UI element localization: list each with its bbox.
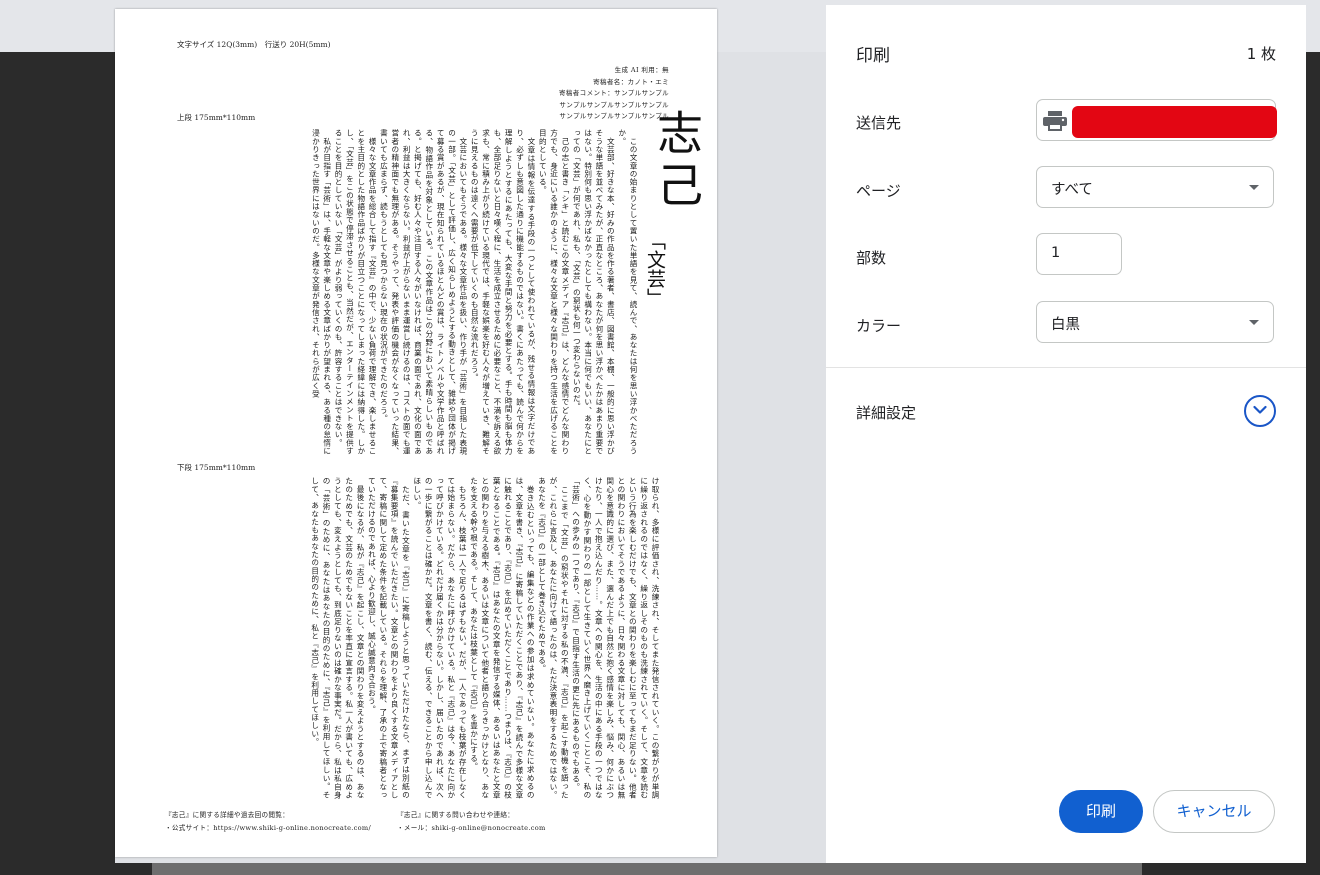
- footer-line: ・メール：shiki-g-online@nonocreate.com: [397, 824, 546, 832]
- panel-title: 印刷: [856, 46, 890, 66]
- footer-right: 『志己』に関する問い合わせや連絡： ・メール：shiki-g-online@no…: [397, 809, 546, 835]
- meta-line: 寄稿者コメント：サンプルサンプル: [558, 89, 669, 97]
- copies-value: 1: [1051, 245, 1061, 261]
- pages-value: すべて: [1051, 182, 1093, 198]
- print-button[interactable]: 印刷: [1059, 790, 1143, 833]
- expand-advanced-button[interactable]: [1244, 395, 1276, 427]
- upper-section-label: 上段 175mm*110mm: [177, 113, 256, 122]
- text-spec: 文字サイズ 12Q(3mm) 行送り 20H(5mm): [177, 40, 331, 49]
- lower-body-text: け取られ、多様に評価され、洗練され、そしてまた発信されていく。この繋がりが単調に…: [310, 477, 660, 799]
- copies-input[interactable]: 1: [1036, 233, 1122, 275]
- cancel-button[interactable]: キャンセル: [1153, 790, 1275, 833]
- destination-label: 送信先: [856, 114, 902, 132]
- divider: [826, 367, 1306, 368]
- footer-line: ・公式サイト：https://www.shiki-g-online.nonocr…: [165, 824, 372, 832]
- upper-body-text: この文章の始まりとして置いた単語を見て、読んで、あなたは何を思い浮かべただろうか…: [311, 129, 638, 455]
- print-settings-panel: 印刷 1 枚 送信先 ページ すべて 部数 1 カラー 白黒 詳細設定 印刷 キ…: [826, 5, 1306, 863]
- print-preview-area: 文字サイズ 12Q(3mm) 行送り 20H(5mm) 生成 AI 利用：無 寄…: [0, 0, 826, 875]
- color-value: 白黒: [1051, 317, 1080, 333]
- document-title: 志己: [650, 109, 704, 213]
- meta-line: 寄稿者名：カノト・エミ: [593, 77, 669, 86]
- destination-select[interactable]: [1036, 99, 1277, 141]
- lower-section-label: 下段 175mm*110mm: [177, 463, 256, 472]
- footer-line: 『志己』に関する問い合わせや連絡：: [397, 811, 515, 819]
- backdrop-right: [1306, 52, 1320, 875]
- footer-left: 『志己』に関する詳細や過去回の閲覧： ・公式サイト：https://www.sh…: [165, 809, 371, 835]
- chevron-down-icon: [1253, 405, 1267, 414]
- contributor-meta: 生成 AI 利用：無 寄稿者名：カノト・エミ 寄稿者コメント：サンプルサンプル …: [509, 65, 669, 123]
- preview-page: 文字サイズ 12Q(3mm) 行送り 20H(5mm) 生成 AI 利用：無 寄…: [115, 9, 717, 857]
- meta-line: 生成 AI 利用：無: [614, 66, 669, 74]
- color-label: カラー: [856, 317, 902, 335]
- footer-line: 『志己』に関する詳細や過去回の閲覧：: [165, 811, 290, 819]
- dropdown-caret-icon: [1249, 185, 1259, 190]
- pages-label: ページ: [856, 182, 901, 200]
- color-select[interactable]: 白黒: [1036, 301, 1274, 343]
- pages-select[interactable]: すべて: [1036, 166, 1274, 208]
- copies-label: 部数: [856, 249, 887, 267]
- printer-icon: [1043, 111, 1067, 131]
- meta-line: サンプルサンプルサンプルサンプル: [559, 100, 669, 109]
- dropdown-caret-icon: [1249, 320, 1259, 325]
- meta-line: サンプルサンプルサンプルサンプル: [559, 112, 669, 120]
- destination-name-redacted: [1072, 106, 1277, 138]
- document-subtitle: 「文芸」: [644, 231, 666, 307]
- sheet-count: 1 枚: [1246, 45, 1276, 63]
- advanced-settings-label[interactable]: 詳細設定: [856, 402, 916, 423]
